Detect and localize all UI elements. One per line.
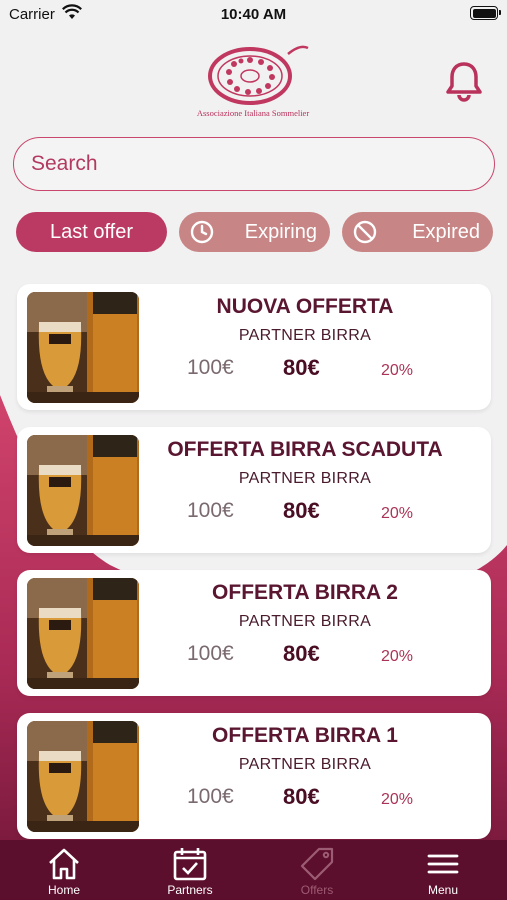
offer-partner: PARTNER BIRRA (238, 613, 372, 630)
sommelier-logo-icon (208, 45, 309, 105)
offer-card[interactable]: OFFERTA BIRRA 1 PARTNER BIRRA 100€ 80€ 2… (17, 713, 491, 839)
offer-title: OFFERTA BIRRA 1 (212, 724, 398, 747)
offer-price: 80€ (283, 355, 320, 380)
tag-icon (300, 847, 334, 881)
offer-card[interactable]: OFFERTA BIRRA SCADUTA PARTNER BIRRA 100€… (17, 427, 491, 553)
search-bar[interactable] (13, 137, 495, 191)
offer-image (27, 292, 139, 403)
offer-original-price: 100€ (187, 499, 234, 522)
offer-title: OFFERTA BIRRA 2 (212, 581, 398, 604)
nav-home[interactable]: Home (19, 840, 109, 900)
clock-time: 10:40 AM (220, 6, 287, 23)
clock-icon (190, 220, 214, 244)
offer-image (27, 435, 139, 546)
offer-title: OFFERTA BIRRA SCADUTA (167, 438, 443, 461)
nav-partners-label: Partners (167, 883, 213, 897)
offer-card[interactable]: NUOVA OFFERTA PARTNER BIRRA 100€ 80€ 20% (17, 284, 491, 410)
brand-logo: Associazione Italiana Sommelier (180, 40, 326, 122)
bell-icon (446, 62, 482, 102)
ban-icon (353, 220, 377, 244)
offer-discount: 20% (381, 505, 414, 522)
home-icon (49, 848, 79, 880)
offer-original-price: 100€ (187, 356, 234, 379)
offer-discount: 20% (381, 791, 414, 808)
offer-image (27, 721, 139, 832)
nav-offers[interactable]: Offers (272, 840, 362, 900)
offer-card[interactable]: OFFERTA BIRRA 2 PARTNER BIRRA 100€ 80€ 2… (17, 570, 491, 696)
offer-original-price: 100€ (187, 785, 234, 808)
tab-last-offer-label: Last offer (49, 220, 134, 243)
offer-title: NUOVA OFFERTA (216, 295, 394, 318)
bottom-nav: Home Partners Offers Menu (0, 840, 507, 900)
offer-original-price: 100€ (187, 642, 234, 665)
tab-expired-label: Expired (412, 221, 480, 243)
nav-offers-label: Offers (300, 883, 334, 897)
tab-expired[interactable]: Expired (342, 212, 493, 252)
nav-menu-label: Menu (427, 883, 459, 897)
notification-button[interactable] (444, 60, 484, 102)
offer-price: 80€ (283, 784, 320, 809)
offer-price: 80€ (283, 641, 320, 666)
nav-menu[interactable]: Menu (398, 840, 488, 900)
nav-home-label: Home (47, 883, 80, 897)
calendar-check-icon (173, 848, 207, 881)
tab-expiring-label: Expiring (244, 221, 317, 243)
tab-expiring[interactable]: Expiring (179, 212, 330, 252)
offer-discount: 20% (381, 362, 414, 379)
search-input[interactable] (14, 138, 494, 190)
hamburger-menu-icon (427, 854, 459, 874)
status-bar: Carrier 10:40 AM (0, 0, 507, 30)
battery-icon (470, 6, 501, 20)
offer-partner: PARTNER BIRRA (238, 470, 372, 487)
offer-partner: PARTNER BIRRA (238, 756, 372, 773)
offer-image (27, 578, 139, 689)
logo-text: Associazione Italiana Sommelier (196, 108, 310, 118)
offer-partner: PARTNER BIRRA (238, 327, 372, 344)
offer-price: 80€ (283, 498, 320, 523)
offer-discount: 20% (381, 648, 414, 665)
tab-last-offer[interactable]: Last offer (16, 212, 167, 252)
nav-partners[interactable]: Partners (145, 840, 235, 900)
